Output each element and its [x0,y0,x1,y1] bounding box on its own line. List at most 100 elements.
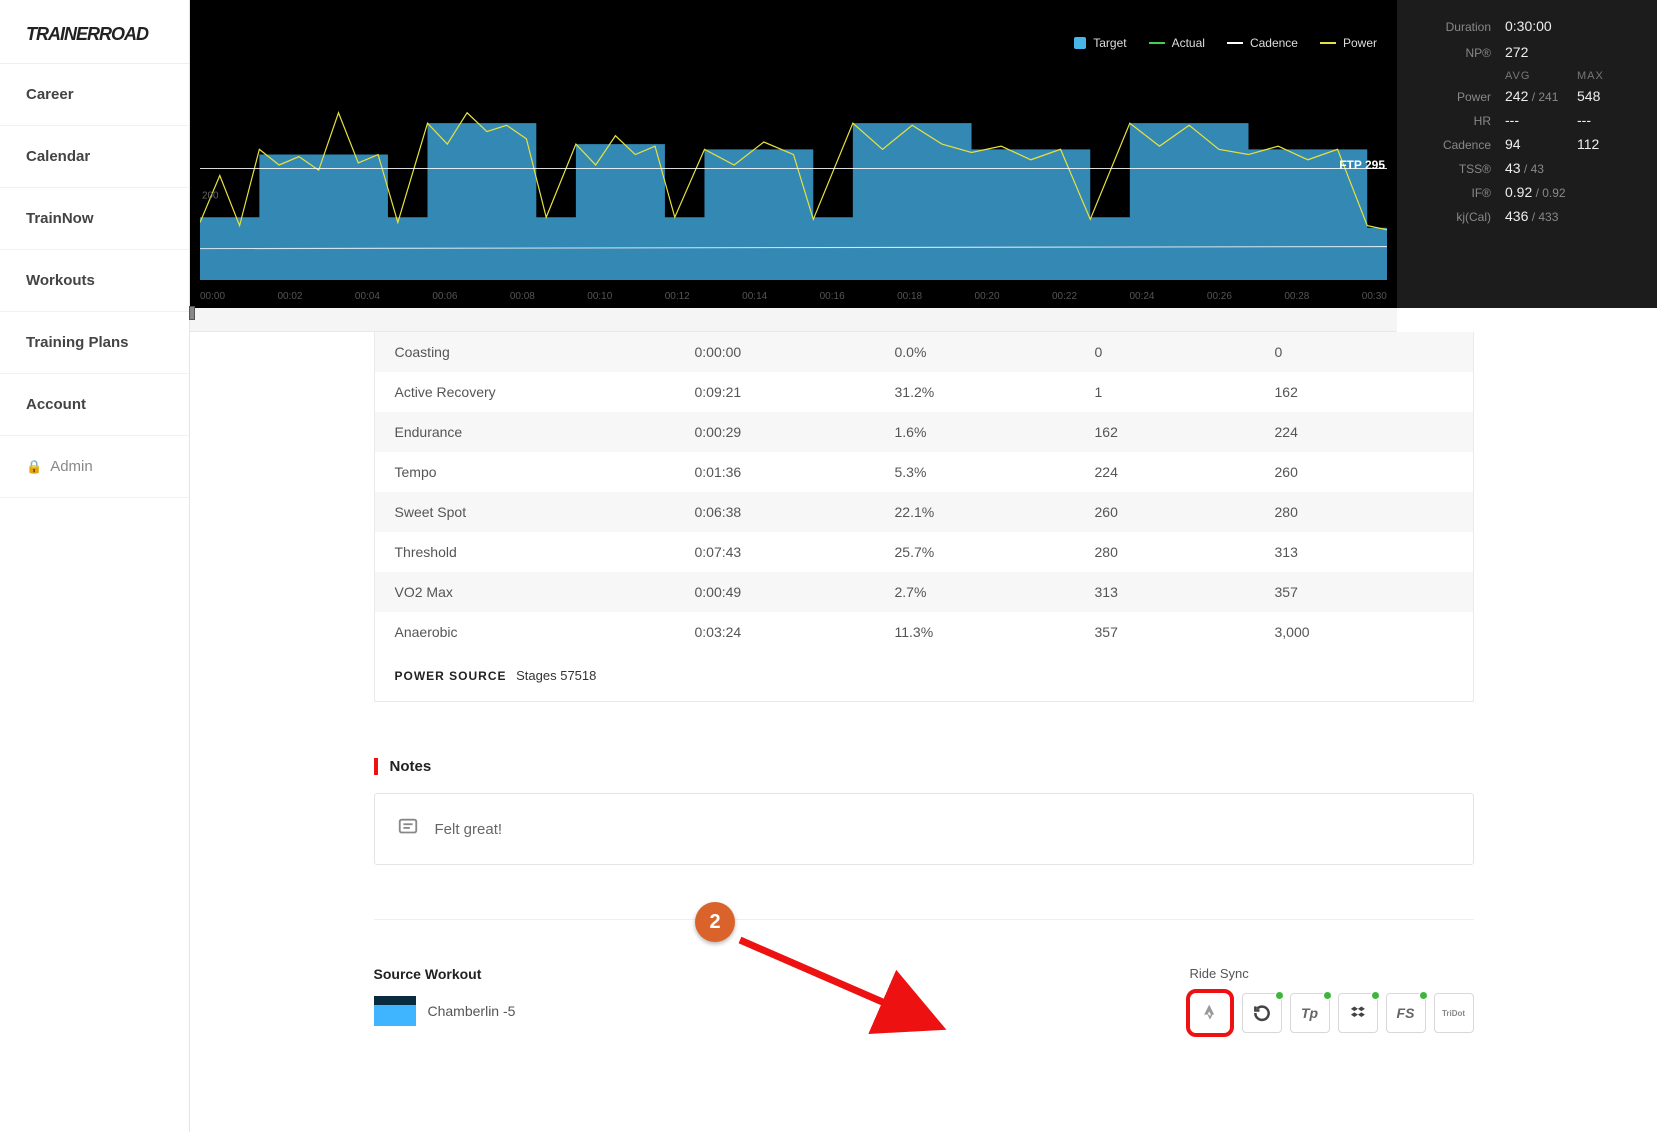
sync-dropbox-button[interactable] [1338,993,1378,1033]
workout-thumbnail-icon [374,996,416,1026]
table-row: Anaerobic0:03:2411.3%3573,000 [375,612,1473,652]
sync-trainingpeaks-button[interactable]: Tp [1290,993,1330,1033]
hr-max: --- [1577,112,1637,128]
xtick: 00:12 [665,291,690,302]
synced-dot-icon [1275,991,1284,1000]
table-row: Coasting0:00:000.0%00 [375,332,1473,372]
notes-section: Notes Felt great! [374,758,1474,865]
sync-strava-button[interactable] [1186,989,1234,1037]
chart-plot: 200 [200,50,1387,280]
nav-admin-label: Admin [50,458,93,475]
tss-target: / 43 [1521,162,1544,176]
nav-trainnow[interactable]: TrainNow [0,188,189,250]
power-avg: 242 [1505,88,1528,104]
table-row: Active Recovery0:09:2131.2%1162 [375,372,1473,412]
tss-value: 43 [1505,160,1521,176]
kj-label: kj(Cal) [1417,210,1505,224]
xtick: 00:00 [200,291,225,302]
xtick: 00:06 [432,291,457,302]
legend-target: Target [1093,36,1126,50]
kj-value: 436 [1505,208,1528,224]
synced-dot-icon [1419,991,1428,1000]
source-workout: Source Workout Chamberlin -5 [374,966,516,1026]
if-label: IF® [1417,186,1505,200]
chart-legend: Target Actual Cadence Power [1074,36,1377,50]
nav-calendar[interactable]: Calendar [0,126,189,188]
notes-text: Felt great! [435,821,503,838]
xtick: 00:24 [1129,291,1154,302]
power-source-value: Stages 57518 [516,668,596,683]
source-workout-name: Chamberlin -5 [428,1003,516,1019]
xtick: 00:26 [1207,291,1232,302]
nav-admin[interactable]: 🔒 Admin [0,436,189,498]
scrubber-handle-icon[interactable] [189,306,195,320]
chart-xaxis: 00:00 00:02 00:04 00:06 00:08 00:10 00:1… [200,291,1387,302]
table-row: Threshold0:07:4325.7%280313 [375,532,1473,572]
nav-career[interactable]: Career [0,64,189,126]
source-workout-link[interactable]: Chamberlin -5 [374,996,516,1026]
power-label: Power [1417,90,1505,104]
notes-heading: Notes [374,758,1474,775]
hr-label: HR [1417,114,1505,128]
sidebar: TRAINERROAD Career Calendar TrainNow Wor… [0,0,190,1132]
sync-garmin-button[interactable] [1242,993,1282,1033]
table-row: VO2 Max0:00:492.7%313357 [375,572,1473,612]
annotation-badge: 2 [695,902,735,942]
power-source-label: POWER SOURCE [395,669,507,683]
duration-label: Duration [1417,20,1505,34]
avg-head: AVG [1505,70,1577,82]
source-workout-heading: Source Workout [374,966,516,982]
ride-sync-heading: Ride Sync [1186,966,1474,981]
cadence-avg: 94 [1505,136,1577,152]
xtick: 00:18 [897,291,922,302]
target-swatch [1074,37,1086,49]
cadence-swatch [1227,42,1243,44]
xtick: 00:14 [742,291,767,302]
power-swatch [1320,42,1336,44]
power-source: POWER SOURCE Stages 57518 [375,652,1473,701]
nav-account[interactable]: Account [0,374,189,436]
ftp-label: FTP 295 [1339,158,1385,172]
cadence-max: 112 [1577,136,1637,152]
legend-power: Power [1343,36,1377,50]
np-value: 272 [1505,44,1528,60]
stats-panel: Duration0:30:00 NP®272 AVGMAX Power242 /… [1397,0,1657,308]
tss-label: TSS® [1417,162,1505,176]
xtick: 00:22 [1052,291,1077,302]
synced-dot-icon [1371,991,1380,1000]
divider [374,919,1474,920]
legend-actual: Actual [1172,36,1205,50]
if-value: 0.92 [1505,184,1532,200]
np-label: NP® [1417,46,1505,60]
xtick: 00:16 [820,291,845,302]
lock-icon: 🔒 [26,459,42,475]
ride-sync: Ride Sync Tp FS TriD [1186,966,1474,1037]
note-icon [397,816,419,842]
xtick: 00:20 [975,291,1000,302]
zones-table: Coasting0:00:000.0%00 Active Recovery0:0… [374,332,1474,702]
xtick: 00:02 [277,291,302,302]
nav-training-plans[interactable]: Training Plans [0,312,189,374]
power-avg-target: / 241 [1528,90,1558,104]
nav-workouts[interactable]: Workouts [0,250,189,312]
if-target: / 0.92 [1532,186,1565,200]
xtick: 00:08 [510,291,535,302]
max-head: MAX [1577,70,1637,82]
brand-logo: TRAINERROAD [0,0,189,64]
xtick: 00:10 [587,291,612,302]
sync-tridot-button[interactable]: TriDot [1434,993,1474,1033]
power-max: 548 [1577,88,1637,104]
kj-cal: / 433 [1528,210,1558,224]
chart-scrubber[interactable] [190,308,1397,332]
legend-cadence: Cadence [1250,36,1298,50]
hr-avg: --- [1505,112,1577,128]
xtick: 00:30 [1362,291,1387,302]
annotation-arrow-icon [730,932,970,1042]
xtick: 00:04 [355,291,380,302]
notes-box[interactable]: Felt great! [374,793,1474,865]
sync-finalsurge-button[interactable]: FS [1386,993,1426,1033]
actual-swatch [1149,42,1165,44]
workout-chart[interactable]: Target Actual Cadence Power 200 FTP 295 … [190,0,1397,308]
cadence-label: Cadence [1417,138,1505,152]
xtick: 00:28 [1284,291,1309,302]
